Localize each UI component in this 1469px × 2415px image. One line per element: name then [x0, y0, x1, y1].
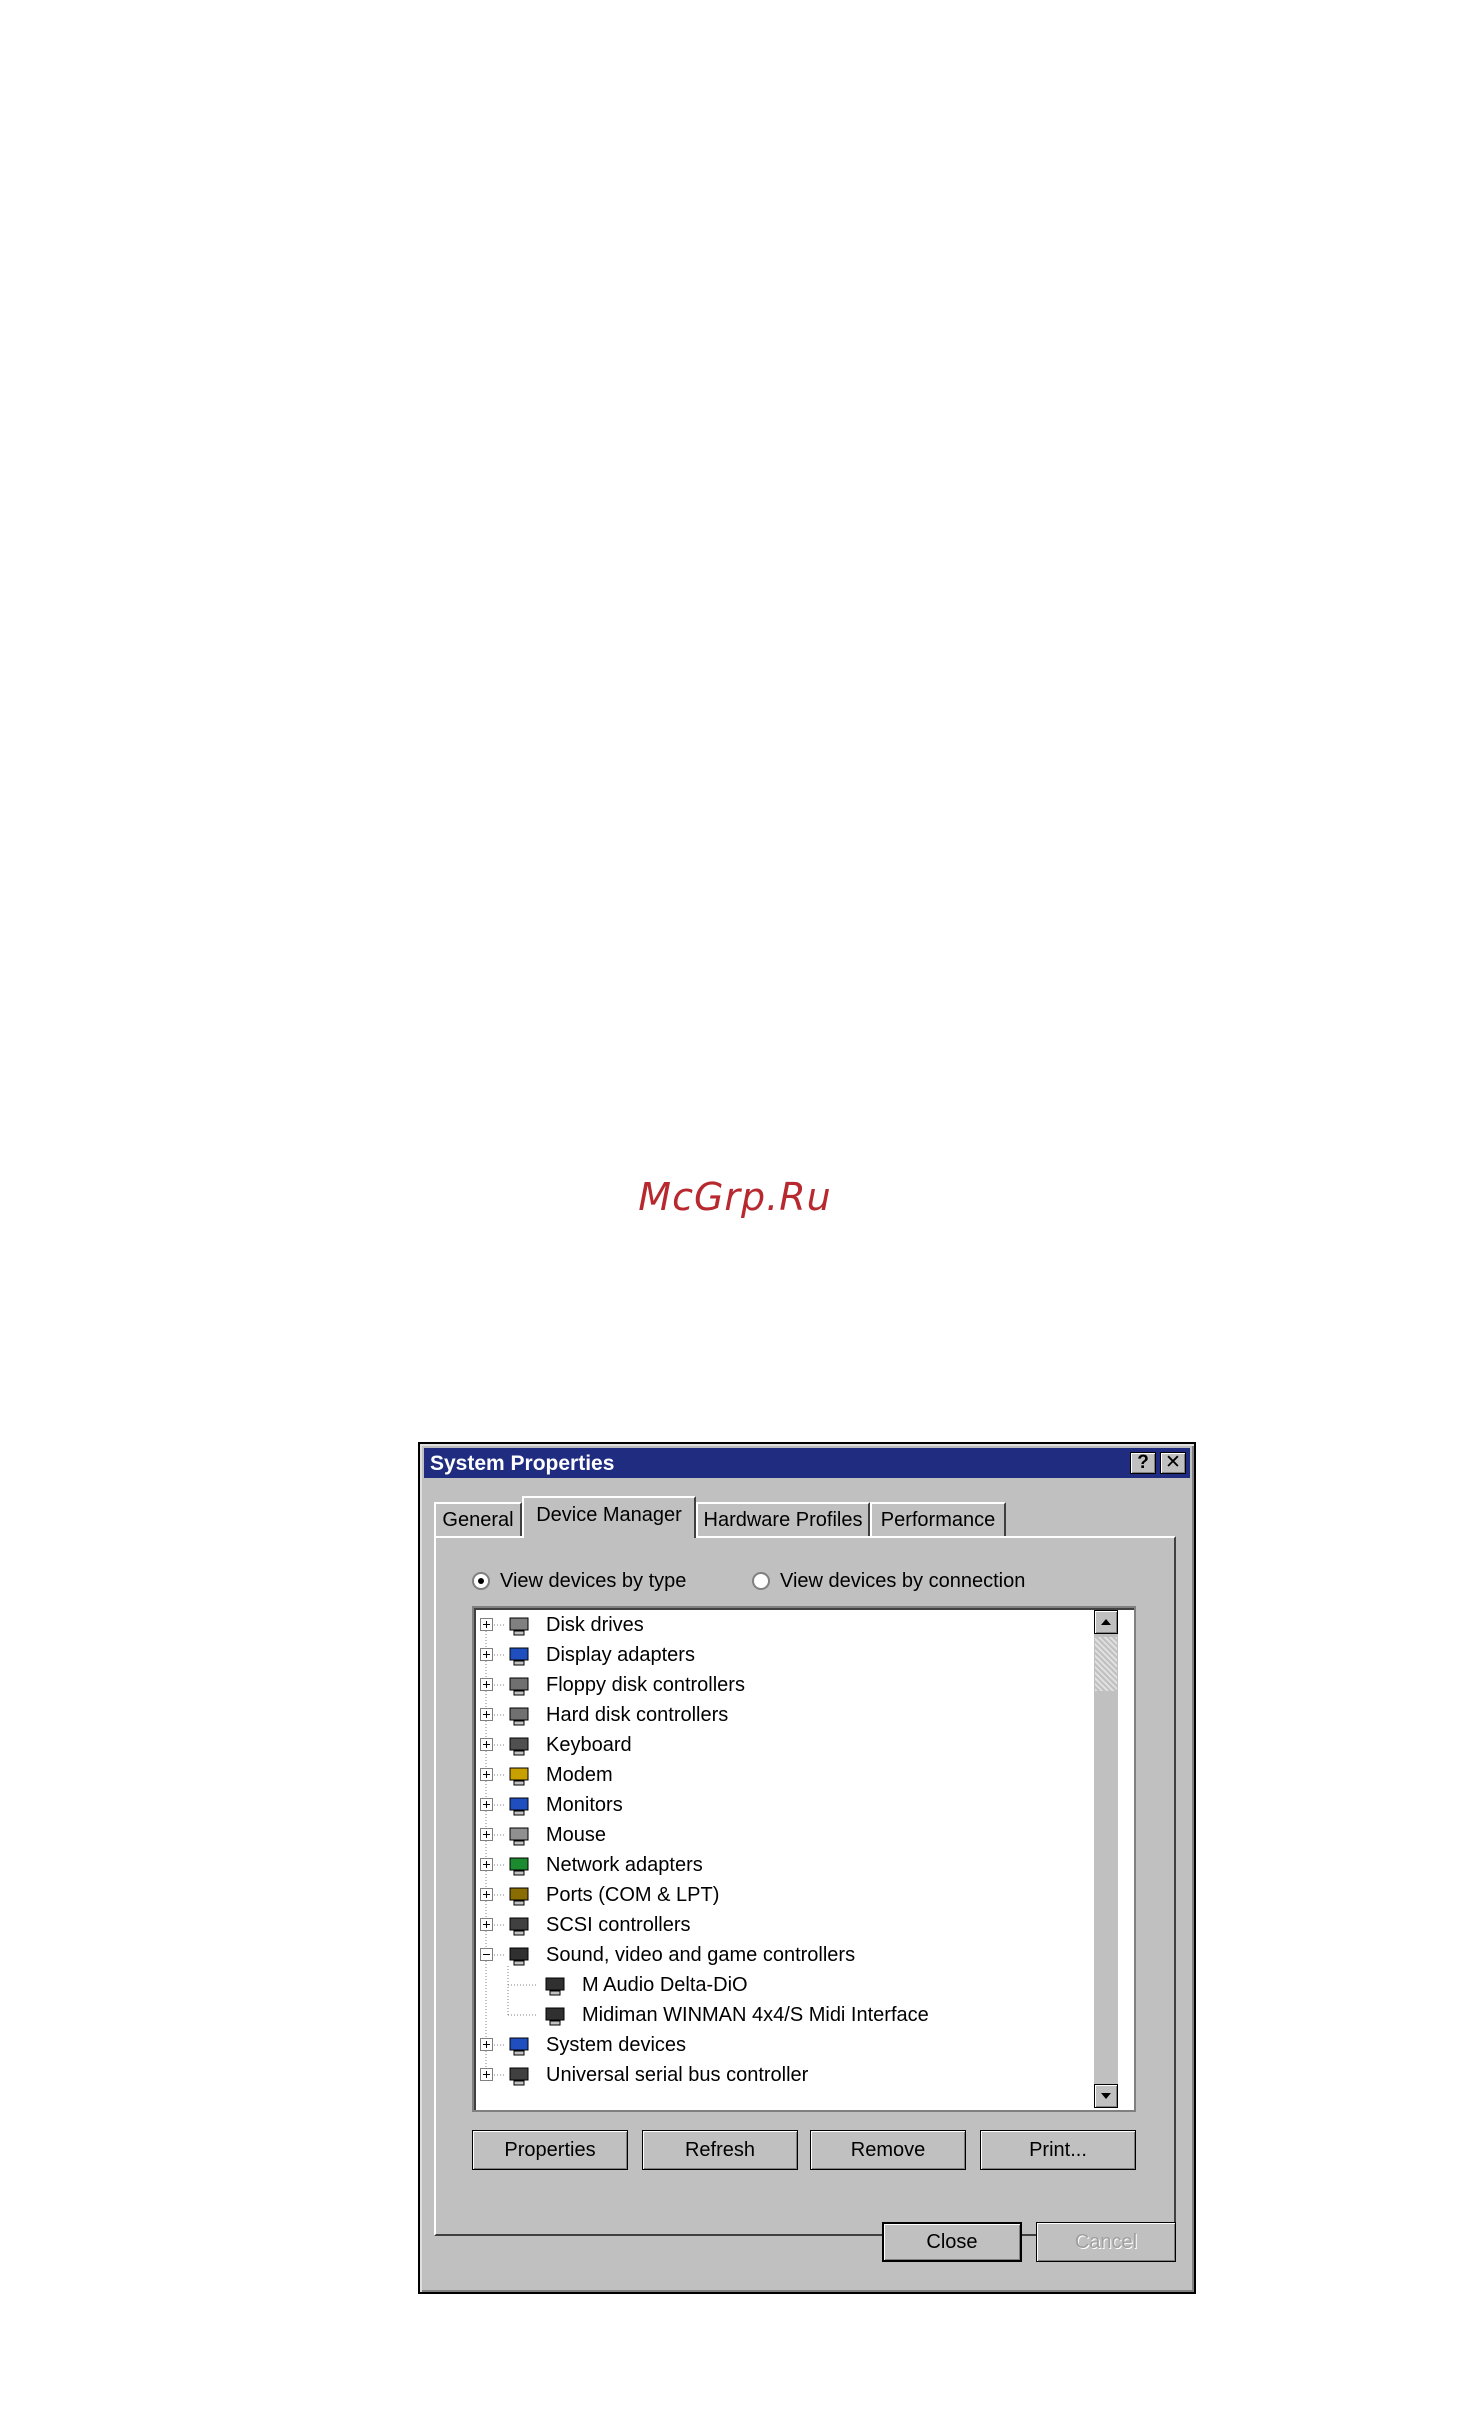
expand-icon[interactable] — [480, 1888, 493, 1901]
disk-drive-icon — [508, 1615, 532, 1637]
properties-button[interactable]: Properties — [472, 2130, 628, 2170]
expand-icon[interactable] — [480, 1708, 493, 1721]
mouse-icon — [508, 1825, 532, 1847]
keyboard-icon — [508, 1735, 532, 1757]
expand-icon[interactable] — [480, 1738, 493, 1751]
tree-item-label: SCSI controllers — [546, 1914, 691, 1936]
radio-view-by-connection-label: View devices by connection — [780, 1570, 1026, 1592]
tab-performance[interactable]: Performance — [870, 1502, 1006, 1536]
tree-item-label: Midiman WINMAN 4x4/S Midi Interface — [582, 2004, 929, 2026]
refresh-button[interactable]: Refresh — [642, 2130, 798, 2170]
expand-icon[interactable] — [480, 2068, 493, 2081]
close-window-button[interactable]: ✕ — [1160, 1452, 1186, 1474]
sound-device-icon — [544, 2005, 568, 2027]
tree-category-item[interactable]: Hard disk controllers — [474, 1702, 1074, 1730]
collapse-icon[interactable] — [480, 1948, 493, 1961]
arrow-up-icon — [1101, 1619, 1111, 1625]
arrow-down-icon — [1101, 2093, 1111, 2099]
title-bar[interactable]: System Properties ? ✕ — [424, 1448, 1190, 1478]
tab-hardware-profiles[interactable]: Hardware Profiles — [696, 1502, 870, 1536]
tree-item-label: Modem — [546, 1764, 613, 1786]
tree-item-label: Disk drives — [546, 1614, 644, 1636]
scroll-down-button[interactable] — [1094, 2084, 1118, 2108]
tab-general[interactable]: General — [434, 1502, 522, 1536]
radio-view-by-type[interactable]: View devices by type — [472, 1570, 686, 1593]
tree-item-label: Monitors — [546, 1794, 623, 1816]
sound-device-icon — [544, 1975, 568, 1997]
device-tree[interactable]: Disk drives Display adapters Floppy disk c… — [472, 1606, 1136, 2112]
hard-disk-controller-icon — [508, 1705, 532, 1727]
tree-category-item[interactable]: Mouse — [474, 1822, 1074, 1850]
tree-category-item[interactable]: System devices — [474, 2032, 1074, 2060]
expand-icon[interactable] — [480, 1858, 493, 1871]
tree-category-item[interactable]: Universal serial bus controller — [474, 2062, 1074, 2090]
usb-controller-icon — [508, 2065, 532, 2087]
sound-controller-icon — [508, 1945, 532, 1967]
tree-item-label: Mouse — [546, 1824, 607, 1846]
expand-icon[interactable] — [480, 1798, 493, 1811]
expand-icon[interactable] — [480, 1918, 493, 1931]
tree-item-label: Keyboard — [546, 1734, 632, 1756]
scroll-up-button[interactable] — [1094, 1610, 1118, 1634]
expand-icon[interactable] — [480, 1648, 493, 1661]
expand-icon[interactable] — [480, 1768, 493, 1781]
radio-unselected-icon — [752, 1572, 770, 1590]
scroll-thumb[interactable] — [1094, 1636, 1118, 1692]
tree-category-item[interactable]: Floppy disk controllers — [474, 1672, 1074, 1700]
tree-category-item[interactable]: Sound, video and game controllers — [474, 1942, 1074, 1970]
print-button[interactable]: Print... — [980, 2130, 1136, 2170]
vertical-scrollbar[interactable] — [1094, 1610, 1118, 2108]
tree-item-label: Floppy disk controllers — [546, 1674, 745, 1696]
modem-icon — [508, 1765, 532, 1787]
tree-item-label: System devices — [546, 2034, 687, 2056]
window-title: System Properties — [430, 1452, 615, 1475]
floppy-controller-icon — [508, 1675, 532, 1697]
tree-category-item[interactable]: Keyboard — [474, 1732, 1074, 1760]
system-properties-dialog: System Properties ? ✕ General Device Man… — [418, 1442, 1196, 2294]
radio-view-by-connection[interactable]: View devices by connection — [752, 1570, 1025, 1593]
port-icon — [508, 1885, 532, 1907]
tree-item-label: Network adapters — [546, 1854, 703, 1876]
tree-category-item[interactable]: SCSI controllers — [474, 1912, 1074, 1940]
tree-child-item[interactable]: M Audio Delta-DiO — [474, 1972, 1074, 2000]
help-button[interactable]: ? — [1130, 1452, 1156, 1474]
tab-device-manager[interactable]: Device Manager — [522, 1496, 696, 1538]
tree-category-item[interactable]: Disk drives — [474, 1612, 1074, 1640]
expand-icon[interactable] — [480, 2038, 493, 2051]
tree-item-label: M Audio Delta-DiO — [582, 1974, 748, 1996]
watermark-text: McGrp.Ru — [638, 1175, 832, 1219]
tree-item-label: Ports (COM & LPT) — [546, 1884, 720, 1906]
remove-button[interactable]: Remove — [810, 2130, 966, 2170]
network-adapter-icon — [508, 1855, 532, 1877]
radio-selected-icon — [472, 1572, 490, 1590]
tree-item-label: Hard disk controllers — [546, 1704, 729, 1726]
cancel-button: Cancel — [1036, 2222, 1176, 2262]
tree-category-item[interactable]: Display adapters — [474, 1642, 1074, 1670]
tree-category-item[interactable]: Ports (COM & LPT) — [474, 1882, 1074, 1910]
scsi-controller-icon — [508, 1915, 532, 1937]
tree-item-label: Universal serial bus controller — [546, 2064, 809, 2086]
system-device-icon — [508, 2035, 532, 2057]
tree-category-item[interactable]: Network adapters — [474, 1852, 1074, 1880]
tree-item-label: Sound, video and game controllers — [546, 1944, 856, 1966]
expand-icon[interactable] — [480, 1678, 493, 1691]
display-adapter-icon — [508, 1645, 532, 1667]
monitor-icon — [508, 1795, 532, 1817]
tree-child-item[interactable]: Midiman WINMAN 4x4/S Midi Interface — [474, 2002, 1074, 2030]
tree-category-item[interactable]: Monitors — [474, 1792, 1074, 1820]
expand-icon[interactable] — [480, 1828, 493, 1841]
close-button[interactable]: Close — [882, 2222, 1022, 2262]
tree-category-item[interactable]: Modem — [474, 1762, 1074, 1790]
expand-icon[interactable] — [480, 1618, 493, 1631]
tree-item-label: Display adapters — [546, 1644, 695, 1666]
radio-view-by-type-label: View devices by type — [500, 1570, 687, 1592]
